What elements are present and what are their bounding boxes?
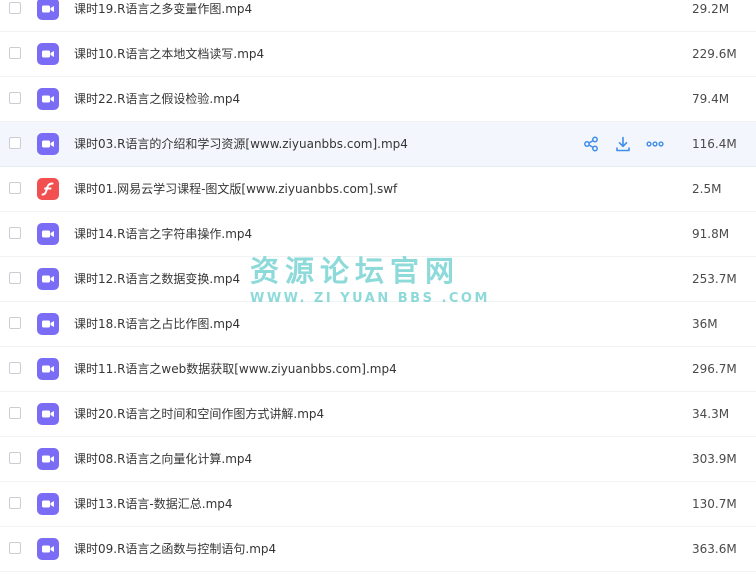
video-icon [37,0,59,20]
row-checkbox[interactable] [9,542,21,554]
file-row[interactable]: 课时18.R语言之占比作图.mp4 36M [0,302,756,347]
file-name[interactable]: 课时18.R语言之占比作图.mp4 [74,302,240,347]
file-size: 229.6M [692,47,737,61]
row-checkbox[interactable] [9,2,21,14]
file-row[interactable]: 课时20.R语言之时间和空间作图方式讲解.mp4 34.3M [0,392,756,437]
file-size: 253.7M [692,272,737,286]
video-icon [37,223,59,245]
file-row[interactable]: 课时09.R语言之函数与控制语句.mp4 363.6M [0,527,756,572]
file-size: 363.6M [692,542,737,556]
file-row[interactable]: 课时11.R语言之web数据获取[www.ziyuanbbs.com].mp4 2… [0,347,756,392]
file-row[interactable]: 课时01.网易云学习课程-图文版[www.ziyuanbbs.com].swf 2… [0,167,756,212]
download-icon[interactable] [613,134,633,154]
file-name[interactable]: 课时19.R语言之多变量作图.mp4 [74,0,252,32]
video-icon [37,448,59,470]
row-checkbox[interactable] [9,317,21,329]
row-checkbox[interactable] [9,497,21,509]
video-icon [37,268,59,290]
row-checkbox[interactable] [9,227,21,239]
file-size: 29.2M [692,2,730,16]
file-size: 116.4M [692,137,737,151]
video-icon [37,43,59,65]
file-row[interactable]: 课时10.R语言之本地文档读写.mp4 229.6M [0,32,756,77]
file-name[interactable]: 课时11.R语言之web数据获取[www.ziyuanbbs.com].mp4 [74,347,397,392]
file-name[interactable]: 课时01.网易云学习课程-图文版[www.ziyuanbbs.com].swf [74,167,397,212]
flash-icon [37,178,59,200]
video-icon [37,538,59,560]
file-name[interactable]: 课时10.R语言之本地文档读写.mp4 [74,32,264,77]
row-checkbox[interactable] [9,137,21,149]
file-size: 79.4M [692,92,730,106]
row-checkbox[interactable] [9,452,21,464]
row-checkbox[interactable] [9,362,21,374]
file-size: 2.5M [692,182,722,196]
file-name[interactable]: 课时13.R语言-数据汇总.mp4 [74,482,233,527]
video-icon [37,133,59,155]
video-icon [37,493,59,515]
video-icon [37,313,59,335]
file-name[interactable]: 课时09.R语言之函数与控制语句.mp4 [74,527,276,572]
file-row[interactable]: 课时19.R语言之多变量作图.mp4 29.2M [0,0,756,32]
row-checkbox[interactable] [9,92,21,104]
more-icon[interactable] [645,134,665,154]
row-checkbox[interactable] [9,272,21,284]
file-size: 303.9M [692,452,737,466]
file-name[interactable]: 课时14.R语言之字符串操作.mp4 [74,212,252,257]
file-size: 296.7M [692,362,737,376]
file-list: 课时19.R语言之多变量作图.mp4 29.2M 课时10.R语言之本地文档读写.m… [0,0,756,572]
file-size: 36M [692,317,718,331]
file-size: 130.7M [692,497,737,511]
file-name[interactable]: 课时20.R语言之时间和空间作图方式讲解.mp4 [74,392,324,437]
file-name[interactable]: 课时03.R语言的介绍和学习资源[www.ziyuanbbs.com].mp4 [74,122,408,167]
file-row[interactable]: 课时03.R语言的介绍和学习资源[www.ziyuanbbs.com].mp4 1… [0,122,756,167]
video-icon [37,358,59,380]
row-checkbox[interactable] [9,407,21,419]
file-name[interactable]: 课时12.R语言之数据变换.mp4 [74,257,240,302]
row-actions [581,134,677,154]
file-row[interactable]: 课时12.R语言之数据变换.mp4 253.7M [0,257,756,302]
file-name[interactable]: 课时22.R语言之假设检验.mp4 [74,77,240,122]
file-row[interactable]: 课时14.R语言之字符串操作.mp4 91.8M [0,212,756,257]
file-row[interactable]: 课时08.R语言之向量化计算.mp4 303.9M [0,437,756,482]
file-size: 91.8M [692,227,730,241]
video-icon [37,88,59,110]
file-size: 34.3M [692,407,730,421]
share-icon[interactable] [581,134,601,154]
file-name[interactable]: 课时08.R语言之向量化计算.mp4 [74,437,252,482]
row-checkbox[interactable] [9,47,21,59]
file-row[interactable]: 课时13.R语言-数据汇总.mp4 130.7M [0,482,756,527]
file-row[interactable]: 课时22.R语言之假设检验.mp4 79.4M [0,77,756,122]
video-icon [37,403,59,425]
row-checkbox[interactable] [9,182,21,194]
